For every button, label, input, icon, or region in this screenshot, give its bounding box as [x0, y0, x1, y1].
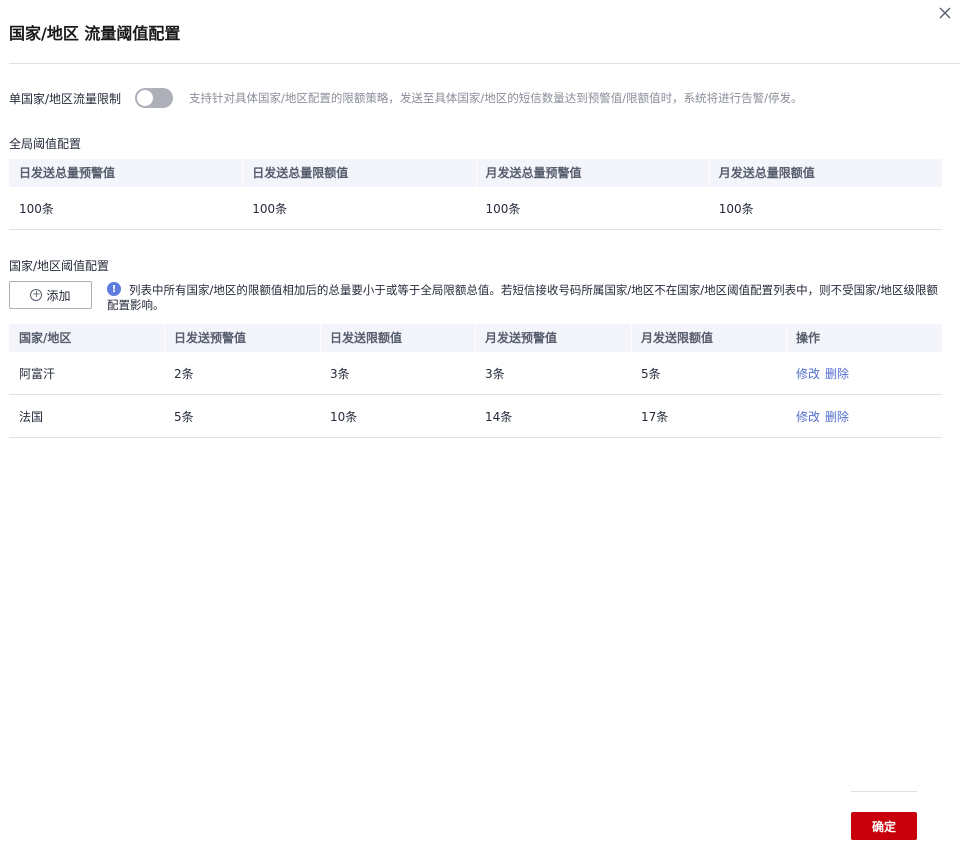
table-row: 100条 100条 100条 100条 [9, 187, 942, 230]
add-button-label: 添加 [46, 288, 71, 303]
threshold-config-dialog: 国家/地区 流量阈值配置 单国家/地区流量限制 支持针对具体国家/地区配置的限额… [0, 0, 960, 846]
country-threshold-title: 国家/地区阈值配置 [9, 259, 110, 273]
global-threshold-table: 日发送总量预警值 日发送总量限额值 月发送总量预警值 月发送总量限额值 100条… [9, 159, 942, 230]
table-row: 阿富汗 2条 3条 3条 5条 修改 删除 [9, 352, 942, 395]
footer-divider [851, 791, 917, 792]
column-header: 操作 [786, 324, 942, 352]
table-row: 法国 5条 10条 14条 17条 修改 删除 [9, 395, 942, 438]
info-message: 列表中所有国家/地区的限额值相加后的总量要小于或等于全局限额总值。若短信接收号码… [107, 283, 938, 312]
column-header: 日发送总量限额值 [242, 159, 475, 187]
delete-link[interactable]: 删除 [825, 367, 849, 381]
toggle-knob [137, 90, 154, 106]
row-actions: 修改 删除 [786, 408, 942, 425]
delete-link[interactable]: 删除 [825, 410, 849, 424]
close-icon [939, 7, 951, 19]
dialog-title: 国家/地区 流量阈值配置 [9, 24, 181, 43]
column-header: 国家/地区 [19, 331, 72, 345]
add-circle-icon: + [30, 289, 43, 301]
table-cell: 10条 [330, 409, 358, 424]
table-cell: 100条 [19, 201, 54, 216]
table-cell: 3条 [485, 366, 505, 381]
header-divider [9, 63, 960, 64]
table-header: 国家/地区 日发送预警值 日发送限额值 月发送预警值 月发送限额值 操作 [9, 324, 942, 352]
country-name: 法国 [19, 409, 44, 424]
column-header: 月发送总量预警值 [475, 159, 709, 187]
table-cell: 3条 [330, 366, 350, 381]
close-button[interactable] [934, 2, 956, 24]
table-cell: 100条 [718, 201, 754, 216]
edit-link[interactable]: 修改 [796, 367, 820, 381]
column-header: 月发送预警值 [475, 324, 631, 352]
column-header: 月发送限额值 [631, 324, 786, 352]
add-button[interactable]: + 添加 [9, 281, 92, 309]
column-header: 日发送预警值 [164, 324, 320, 352]
info-icon: ! [107, 282, 121, 296]
country-threshold-table: 国家/地区 日发送预警值 日发送限额值 月发送预警值 月发送限额值 操作 阿富汗… [9, 324, 942, 438]
column-header: 月发送总量限额值 [708, 159, 942, 187]
table-cell: 14条 [485, 409, 513, 424]
country-name: 阿富汗 [19, 366, 56, 381]
table-cell: 17条 [641, 409, 669, 424]
edit-link[interactable]: 修改 [796, 410, 820, 424]
row-actions: 修改 删除 [786, 365, 942, 382]
column-header: 日发送限额值 [320, 324, 475, 352]
table-cell: 2条 [174, 366, 194, 381]
confirm-button[interactable]: 确定 [851, 812, 917, 840]
country-limit-row: 单国家/地区流量限制 支持针对具体国家/地区配置的限额策略，发送至具体国家/地区… [9, 88, 803, 108]
table-cell: 5条 [174, 409, 194, 424]
column-header: 日发送总量预警值 [19, 166, 116, 180]
country-limit-description: 支持针对具体国家/地区配置的限额策略，发送至具体国家/地区的短信数量达到预警值/… [189, 91, 803, 105]
table-cell: 100条 [485, 201, 521, 216]
table-cell: 5条 [641, 366, 661, 381]
table-header: 日发送总量预警值 日发送总量限额值 月发送总量预警值 月发送总量限额值 [9, 159, 942, 187]
table-cell: 100条 [252, 201, 288, 216]
country-limit-toggle[interactable] [135, 88, 174, 108]
country-limit-label: 单国家/地区流量限制 [9, 91, 122, 106]
global-threshold-title: 全局阈值配置 [9, 137, 82, 151]
